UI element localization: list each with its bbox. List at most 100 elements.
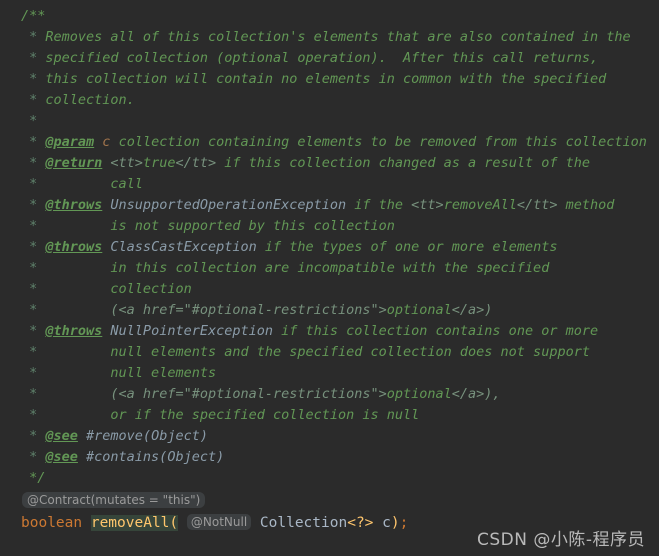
javadoc-text: if this collection changed as a result o…	[216, 155, 590, 171]
code-line: * collection	[0, 279, 659, 300]
javadoc-markup-open: <tt>	[102, 155, 143, 171]
javadoc-tag-return: @return	[45, 155, 103, 171]
contract-inlay-hint[interactable]: @Contract(mutates = "this")	[22, 491, 206, 508]
javadoc-asterisk: *	[21, 323, 46, 339]
javadoc-asterisk: *	[21, 365, 46, 381]
javadoc-text: call	[110, 176, 143, 192]
space-separator	[82, 515, 91, 531]
javadoc-text: specified collection (optional operation…	[45, 50, 599, 66]
javadoc-indent	[45, 218, 110, 234]
javadoc-inline-code: removeAll	[443, 197, 517, 213]
return-type-keyword: boolean	[21, 515, 83, 531]
method-signature-line: boolean removeAll( @NotNull Collection<?…	[0, 511, 659, 535]
javadoc-asterisk: *	[21, 71, 46, 87]
close-paren: )	[390, 515, 400, 531]
javadoc-asterisk: *	[21, 218, 46, 234]
code-line-throws: * @throws UnsupportedOperationException …	[0, 195, 659, 216]
javadoc-param-name: c	[94, 134, 111, 150]
javadoc-text: or if the specified collection is null	[110, 407, 420, 423]
javadoc-asterisk: *	[21, 281, 46, 297]
semicolon: ;	[399, 515, 409, 531]
javadoc-inline-code: true	[142, 155, 176, 171]
javadoc-text-tail: method	[557, 197, 615, 213]
code-line: * call	[0, 174, 659, 195]
javadoc-asterisk: *	[21, 449, 46, 465]
javadoc-see-ref: #remove(	[77, 428, 152, 444]
javadoc-see-ref-close: )	[199, 428, 208, 444]
param-type: Collection	[259, 515, 348, 531]
javadoc-see-type: Object	[167, 449, 217, 465]
javadoc-asterisk: *	[21, 386, 46, 402]
javadoc-markup-close: </tt>	[516, 197, 558, 213]
javadoc-asterisk: *	[21, 260, 46, 276]
javadoc-see-ref-close: )	[216, 449, 225, 465]
param-name: c	[373, 515, 391, 531]
javadoc-asterisk: *	[21, 428, 46, 444]
code-line: * in this collection are incompatible wi…	[0, 258, 659, 279]
javadoc-see-ref: #contains(	[77, 449, 168, 465]
javadoc-text: in this collection are incompatible with…	[110, 260, 550, 276]
javadoc-anchor-text: optional	[386, 302, 452, 318]
javadoc-text: if the types of one or more elements	[256, 239, 558, 255]
javadoc-tag-throws: @throws	[45, 323, 103, 339]
code-line-javadoc-close: */	[0, 468, 659, 489]
code-line-link: * (<a href="#optional-restrictions">opti…	[0, 300, 659, 321]
code-line-return: * @return <tt>true</tt> if this collecti…	[0, 153, 659, 174]
javadoc-text: null elements and the specified collecti…	[110, 344, 590, 360]
method-name[interactable]: removeAll	[90, 515, 170, 531]
javadoc-markup-close: </tt>	[175, 155, 217, 171]
code-line-link: * (<a href="#optional-restrictions">opti…	[0, 384, 659, 405]
javadoc-see-type: Object	[151, 428, 200, 444]
notnull-inlay-hint[interactable]: @NotNull	[186, 514, 252, 530]
javadoc-text: if the	[346, 197, 412, 213]
code-editor-pane[interactable]: /** * Removes all of this collection's e…	[0, 0, 659, 556]
javadoc-asterisk: *	[21, 176, 46, 192]
javadoc-text: is not supported by this collection	[110, 218, 395, 234]
javadoc-anchor-open: (<a href="#optional-restrictions">	[110, 302, 387, 318]
code-line: * this collection will contain no elemen…	[0, 69, 659, 90]
javadoc-close-token: */	[21, 470, 46, 486]
javadoc-indent	[45, 281, 110, 297]
javadoc-asterisk: *	[21, 50, 46, 66]
code-line-throws: * @throws NullPointerException if this c…	[0, 321, 659, 342]
javadoc-indent	[45, 260, 110, 276]
space-separator-2	[178, 515, 187, 531]
javadoc-asterisk: *	[21, 239, 46, 255]
javadoc-exception-type: ClassCastException	[102, 239, 257, 255]
javadoc-text: Removes all of this collection's element…	[45, 29, 631, 45]
javadoc-exception-type: NullPointerException	[102, 323, 273, 339]
javadoc-indent	[45, 176, 110, 192]
javadoc-tag-throws: @throws	[45, 197, 103, 213]
javadoc-asterisk: *	[21, 302, 46, 318]
javadoc-text: collection containing elements to be rem…	[110, 134, 647, 150]
code-line: * or if the specified collection is null	[0, 405, 659, 426]
space-separator-3	[251, 515, 260, 531]
javadoc-indent	[45, 302, 110, 318]
code-line-blank: *	[0, 111, 659, 132]
javadoc-tag-see: @see	[45, 449, 78, 465]
javadoc-markup-open: <tt>	[411, 197, 444, 213]
javadoc-tag-see: @see	[45, 428, 78, 444]
javadoc-tag-throws: @throws	[45, 239, 103, 255]
javadoc-anchor-text: optional	[386, 386, 452, 402]
code-line: * collection.	[0, 90, 659, 111]
javadoc-asterisk: *	[21, 344, 46, 360]
javadoc-asterisk: *	[21, 197, 46, 213]
javadoc-text: this collection will contain no elements…	[45, 71, 607, 87]
javadoc-asterisk: *	[21, 113, 38, 129]
javadoc-indent	[45, 344, 110, 360]
javadoc-tag-param: @param	[45, 134, 95, 150]
javadoc-text: collection.	[45, 92, 135, 108]
javadoc-indent	[45, 407, 110, 423]
code-line: * is not supported by this collection	[0, 216, 659, 237]
code-line-param: * @param c collection containing element…	[0, 132, 659, 153]
open-paren: (	[169, 515, 179, 531]
code-line-see: * @see #contains(Object)	[0, 447, 659, 468]
generic-wildcard: <?>	[347, 515, 374, 531]
javadoc-asterisk: *	[21, 29, 46, 45]
javadoc-anchor-close: </a>),	[451, 386, 501, 402]
javadoc-asterisk: *	[21, 134, 46, 150]
code-line-throws: * @throws ClassCastException if the type…	[0, 237, 659, 258]
javadoc-anchor-close: </a>)	[451, 302, 493, 318]
javadoc-anchor-open: (<a href="#optional-restrictions">	[110, 386, 387, 402]
